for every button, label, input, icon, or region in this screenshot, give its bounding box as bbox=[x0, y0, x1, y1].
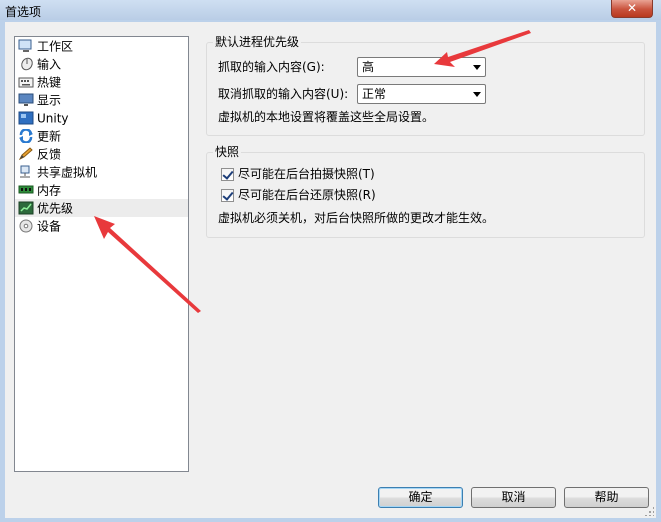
bg-snapshot-label[interactable]: 尽可能在后台拍摄快照(T) bbox=[238, 166, 375, 182]
hotkey-icon bbox=[18, 77, 34, 87]
close-icon: ✕ bbox=[626, 1, 638, 15]
chevron-down-icon bbox=[473, 65, 481, 70]
help-button[interactable]: 帮助 bbox=[564, 487, 649, 508]
nav-item-display[interactable]: 显示 bbox=[15, 91, 188, 109]
chevron-down-icon bbox=[473, 92, 481, 97]
memory-icon bbox=[18, 185, 34, 193]
workspace-icon bbox=[18, 39, 32, 52]
display-icon bbox=[18, 93, 34, 106]
window-title: 首选项 bbox=[5, 5, 42, 19]
ungrabbed-priority-select[interactable]: 正常 bbox=[357, 84, 486, 104]
nav-item-hotkey[interactable]: 热键 bbox=[15, 73, 188, 91]
snapshots-group: 快照 尽可能在后台拍摄快照(T) 尽可能在后台还原快照(R) 虚拟机必须关机，对… bbox=[206, 145, 645, 238]
nav-item-feedback[interactable]: 反馈 bbox=[15, 145, 188, 163]
nav-item-unity[interactable]: Unity bbox=[15, 109, 188, 127]
update-icon bbox=[19, 128, 33, 143]
checkmark-icon bbox=[222, 189, 234, 201]
priority-group: 默认进程优先级 抓取的输入内容(G): 高 取消抓取的输入内容(U): 正常 虚… bbox=[206, 35, 645, 136]
snapshots-group-title: 快照 bbox=[213, 145, 242, 159]
devices-icon bbox=[19, 219, 33, 232]
priority-icon bbox=[18, 201, 34, 214]
checkmark-icon bbox=[222, 168, 234, 180]
bg-restore-checkbox[interactable] bbox=[221, 189, 234, 202]
bg-restore-label[interactable]: 尽可能在后台还原快照(R) bbox=[238, 187, 376, 203]
grabbed-priority-select[interactable]: 高 bbox=[357, 57, 486, 77]
nav-item-workspace[interactable]: 工作区 bbox=[15, 37, 188, 55]
shared-vm-icon bbox=[20, 165, 30, 177]
unity-icon bbox=[18, 111, 34, 124]
bg-snapshot-checkbox[interactable] bbox=[221, 168, 234, 181]
input-icon bbox=[21, 57, 33, 70]
nav-item-update[interactable]: 更新 bbox=[15, 127, 188, 145]
close-button[interactable]: ✕ bbox=[611, 0, 653, 18]
nav-item-devices[interactable]: 设备 bbox=[15, 217, 188, 235]
priority-note: 虚拟机的本地设置将覆盖这些全局设置。 bbox=[218, 110, 435, 124]
ok-button[interactable]: 确定 bbox=[378, 487, 463, 508]
nav-item-priority[interactable]: 优先级 bbox=[15, 199, 188, 217]
ungrabbed-input-label: 取消抓取的输入内容(U): bbox=[218, 87, 349, 101]
feedback-icon bbox=[18, 146, 33, 160]
grabbed-input-label: 抓取的输入内容(G): bbox=[218, 60, 325, 74]
nav-item-shared-vm[interactable]: 共享虚拟机 bbox=[15, 163, 188, 181]
priority-group-title: 默认进程优先级 bbox=[213, 35, 302, 49]
snapshots-note: 虚拟机必须关机，对后台快照所做的更改才能生效。 bbox=[218, 211, 495, 225]
category-list: 工作区 输入 热键 显示 Unity 更新 反馈 共享虚拟机 内存 优先级 设备 bbox=[14, 36, 189, 472]
dialog-body: 工作区 输入 热键 显示 Unity 更新 反馈 共享虚拟机 内存 优先级 设备 bbox=[5, 22, 656, 518]
title-bar: 首选项 ✕ bbox=[0, 0, 661, 20]
nav-item-input[interactable]: 输入 bbox=[15, 55, 188, 73]
cancel-button[interactable]: 取消 bbox=[471, 487, 556, 508]
nav-item-memory[interactable]: 内存 bbox=[15, 181, 188, 199]
